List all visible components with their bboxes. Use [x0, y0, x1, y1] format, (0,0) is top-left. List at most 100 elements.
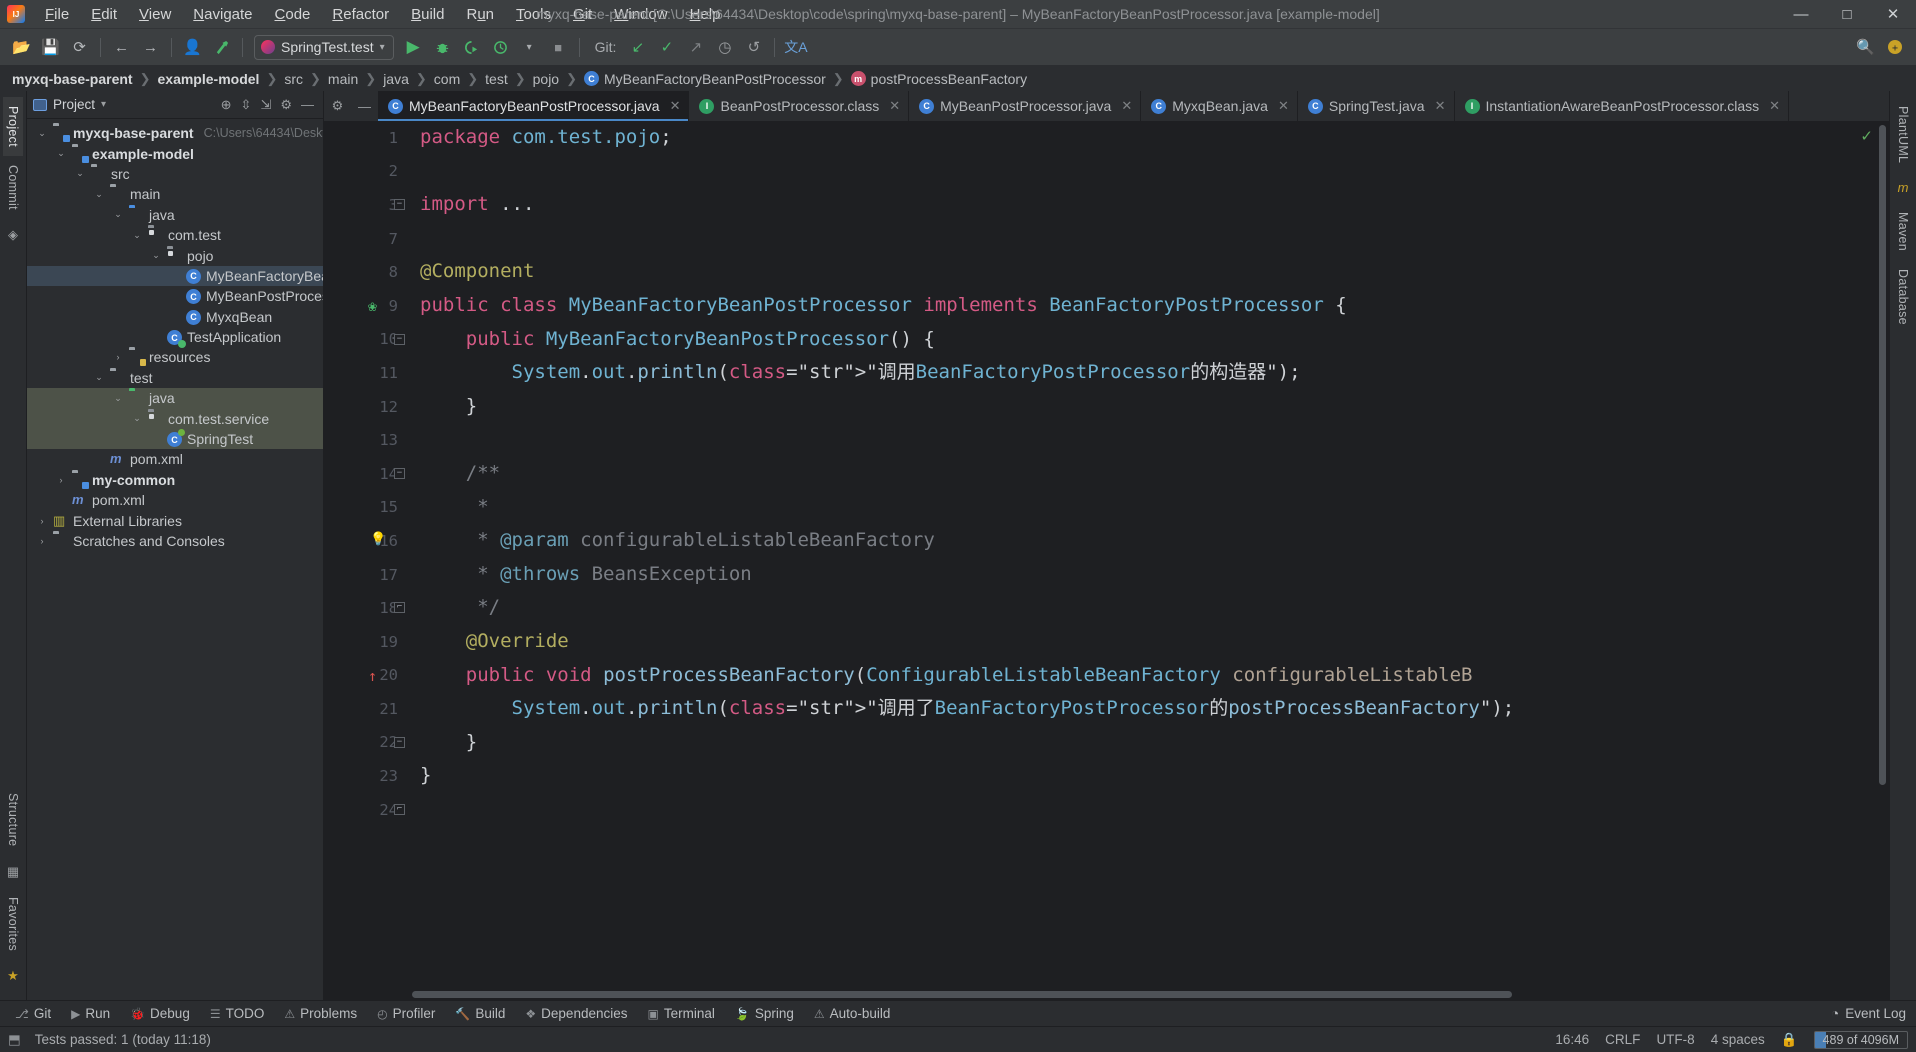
close-icon[interactable]: ✕ [670, 98, 681, 114]
tree-item-mybeanfactorybeanpostprocessor[interactable]: · CMyBeanFactoryBeanPostProcessor [27, 265, 323, 287]
tool-window-dependencies[interactable]: ❖ Dependencies [516, 1003, 636, 1024]
tree-toggle-icon[interactable]: ⌄ [130, 413, 144, 424]
menu-run[interactable]: Run [455, 2, 505, 27]
tree-item-my-common[interactable]: › my-common [27, 470, 323, 490]
tree-item-resources[interactable]: › resources [27, 347, 323, 367]
tree-item-com-test[interactable]: ⌄ com.test [27, 225, 323, 245]
close-button[interactable]: ✕ [1870, 0, 1916, 29]
git-rollback-icon[interactable]: ↺ [740, 34, 767, 60]
back-icon[interactable]: ← [108, 34, 135, 60]
structure-chart-icon[interactable]: ▦ [7, 864, 19, 880]
tree-item-pojo[interactable]: ⌄ pojo [27, 245, 323, 265]
breadcrumb-item-0[interactable]: myxq-base-parent [12, 71, 133, 87]
breadcrumb-item-2[interactable]: src [284, 71, 303, 87]
tree-item-java[interactable]: ⌄ java [27, 205, 323, 225]
bookmark-icon[interactable]: ★ [7, 968, 19, 984]
breadcrumb-item-4[interactable]: java [383, 71, 409, 87]
menu-edit[interactable]: Edit [80, 2, 128, 27]
breadcrumb-item-3[interactable]: main [328, 71, 358, 87]
tool-window-profiler[interactable]: ◴ Profiler [368, 1003, 444, 1024]
profiler-icon[interactable] [487, 34, 514, 60]
translate-icon[interactable]: 文A [782, 34, 809, 60]
tool-window-run[interactable]: ▶ Run [62, 1003, 119, 1024]
menu-tools[interactable]: Tools [505, 2, 562, 27]
chevron-down-icon[interactable]: ▾ [101, 99, 106, 110]
tree-item-pom-xml[interactable]: · m pom.xml [27, 449, 323, 469]
breadcrumb-item-5[interactable]: com [434, 71, 460, 87]
scrollbar-thumb[interactable] [1879, 125, 1886, 785]
sidebar-item-favorites[interactable]: Favorites [3, 888, 23, 960]
sidebar-item-maven[interactable]: Maven [1893, 203, 1913, 260]
profile-icon[interactable]: 👤 [179, 34, 206, 60]
notifications-icon[interactable]: m [1898, 180, 1909, 195]
menu-view[interactable]: View [128, 2, 182, 27]
tree-item-com-test-service[interactable]: ⌄ com.test.service [27, 408, 323, 429]
git-push-icon[interactable]: ↗ [682, 34, 709, 60]
editor-tab-beanpostprocessor-class[interactable]: I BeanPostProcessor.class ✕ [689, 91, 910, 121]
tree-item-java[interactable]: ⌄ java [27, 388, 323, 409]
sync-icon[interactable]: ⟳ [66, 34, 93, 60]
run-configuration-selector[interactable]: SpringTest.test ▾ [254, 34, 394, 60]
intention-bulb-icon[interactable]: 💡 [370, 532, 386, 547]
code-fold-toggle[interactable]: − [394, 199, 405, 211]
forward-icon[interactable]: → [137, 34, 164, 60]
build-status-icon[interactable]: ⬒ [8, 1032, 21, 1048]
menu-file[interactable]: File [34, 2, 80, 27]
editor-tab-instantiationawarebeanpostprocessor-class[interactable]: I InstantiationAwareBeanPostProcessor.cla… [1455, 91, 1790, 121]
sidebar-item-database[interactable]: Database [1893, 260, 1913, 334]
run-with-coverage-icon[interactable] [458, 34, 485, 60]
git-history-icon[interactable]: ◷ [711, 34, 738, 60]
git-update-icon[interactable]: ↙ [624, 34, 651, 60]
project-tree[interactable]: ⌄ myxq-base-parent C:\Users\64434\Desktop\… [27, 119, 323, 1000]
tree-item-scratches-and-consoles[interactable]: › Scratches and Consoles [27, 531, 323, 551]
tree-toggle-icon[interactable]: · [168, 312, 182, 322]
stop-icon[interactable]: ■ [545, 34, 572, 60]
breadcrumb-item-7[interactable]: pojo [533, 71, 559, 87]
profiler-dropdown-icon[interactable]: ▾ [516, 34, 543, 60]
tree-item-external-libraries[interactable]: › ▥ External Libraries [27, 510, 323, 530]
indent-setting[interactable]: 4 spaces [1711, 1032, 1765, 1047]
tree-toggle-icon[interactable]: › [111, 352, 125, 362]
tool-window-terminal[interactable]: ▣ Terminal [639, 1003, 724, 1024]
spring-bean-gutter-icon[interactable]: ❀ [368, 297, 377, 315]
tree-item-mybeanpostprocessor[interactable]: · CMyBeanPostProcessor [27, 286, 323, 306]
tree-toggle-icon[interactable]: ⌄ [149, 250, 163, 261]
close-icon[interactable]: ✕ [1435, 98, 1446, 114]
inspection-ok-icon[interactable]: ✓ [1860, 127, 1873, 145]
tool-window-problems[interactable]: ⚠ Problems [275, 1003, 366, 1024]
expand-all-icon[interactable]: ⇳ [241, 97, 252, 113]
tree-toggle-icon[interactable]: ⌄ [111, 393, 125, 404]
tree-toggle-icon[interactable]: · [149, 434, 163, 444]
menu-code[interactable]: Code [264, 2, 322, 27]
event-log-button[interactable]: ◔ Event Log [1831, 1006, 1916, 1021]
tree-toggle-icon[interactable]: ⌄ [130, 230, 144, 241]
search-icon[interactable]: 🔍 [1852, 34, 1879, 60]
tool-window-git[interactable]: ⎇ Git [6, 1003, 60, 1024]
tree-toggle-icon[interactable]: ⌄ [35, 128, 49, 139]
editor-tab-mybeanpostprocessor-java[interactable]: C MyBeanPostProcessor.java ✕ [909, 91, 1142, 121]
code-fold-toggle[interactable]: − [394, 736, 405, 748]
tool-window-auto-build[interactable]: ⚠ Auto-build [805, 1003, 900, 1024]
menu-help[interactable]: Help [679, 2, 732, 27]
tree-item-testapplication[interactable]: · CTestApplication [27, 327, 323, 347]
code-text[interactable]: package com.test.pojo; import ... @Compo… [406, 121, 1889, 988]
tree-toggle-icon[interactable]: ⌄ [92, 372, 106, 383]
code-fold-toggle[interactable]: ⌐ [394, 804, 405, 815]
tree-toggle-icon[interactable]: › [54, 475, 68, 485]
hscroll-thumb[interactable] [412, 991, 1512, 998]
close-icon[interactable]: ✕ [1278, 98, 1289, 114]
run-icon[interactable]: ▶ [400, 34, 427, 60]
git-commit-icon[interactable]: ✓ [653, 34, 680, 60]
collapse-all-icon[interactable]: ⇲ [260, 97, 271, 113]
tree-item-springtest[interactable]: · CSpringTest [27, 428, 323, 450]
menu-navigate[interactable]: Navigate [182, 2, 263, 27]
breadcrumb-item-9[interactable]: m postProcessBeanFactory [850, 71, 1027, 87]
tree-toggle-icon[interactable]: · [54, 495, 68, 505]
tree-item-myxq-base-parent[interactable]: ⌄ myxq-base-parent C:\Users\64434\Desktop\ [27, 123, 323, 143]
tree-item-myxqbean[interactable]: · CMyxqBean [27, 307, 323, 327]
tree-toggle-icon[interactable]: › [35, 536, 49, 546]
editor-tab-myxqbean-java[interactable]: C MyxqBean.java ✕ [1141, 91, 1298, 121]
code-fold-toggle[interactable]: − [394, 468, 405, 479]
editor-vertical-scrollbar[interactable] [1876, 121, 1889, 988]
sidebar-item-plantuml[interactable]: PlantUML [1893, 97, 1913, 172]
